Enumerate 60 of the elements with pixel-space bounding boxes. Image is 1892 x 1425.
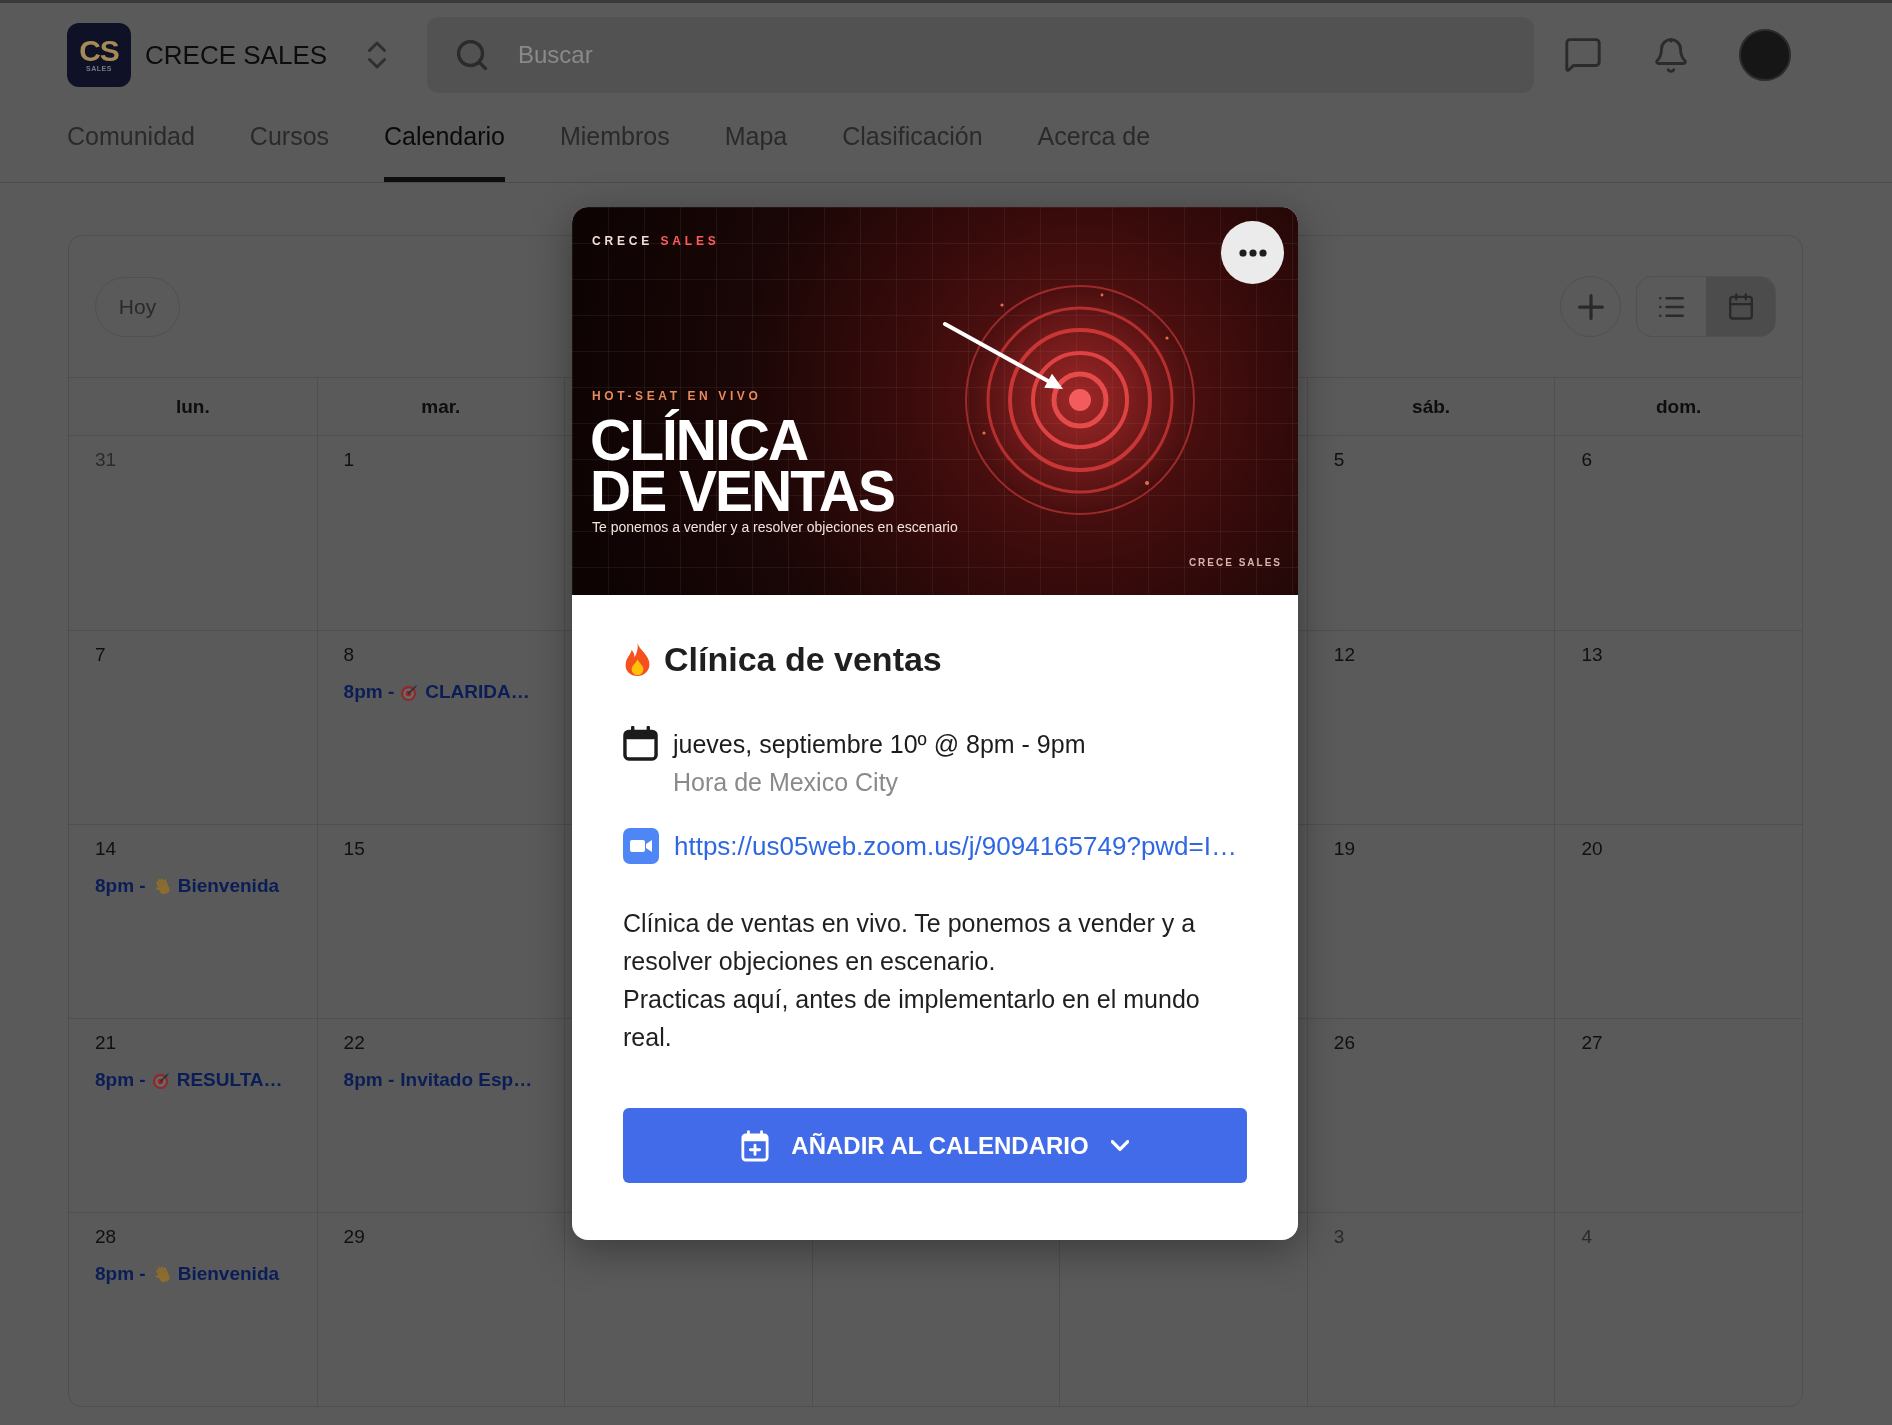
bell-icon[interactable] [1655,37,1687,73]
video-camera-icon [623,828,659,864]
day-number: 22 [343,1031,365,1055]
event-link[interactable]: 8pm - Bienvenida [95,1262,280,1286]
search-icon [457,40,487,70]
list-icon [1659,296,1684,317]
calendar-plus-icon [741,1129,770,1162]
day-number: 15 [343,837,365,861]
day-number: 29 [343,1225,365,1249]
chevrons-up-down-icon[interactable] [368,41,386,69]
dart-target-icon [151,1070,171,1090]
day-number: 28 [95,1225,117,1249]
event-link[interactable]: 8pm - CLARIDA… [343,680,530,704]
event-link[interactable]: 8pm - RESULTA… [95,1068,283,1092]
day-number: 13 [1581,643,1603,667]
day-number: 20 [1581,837,1603,861]
weekday-label: sáb. [1412,394,1451,419]
day-number: 7 [95,643,106,667]
banner-footer-brand: CRECE SALES [1188,556,1282,570]
day-number: 19 [1333,837,1355,861]
nav-tab[interactable]: Calendario [384,100,505,182]
meeting-link[interactable]: https://us05web.zoom.us/j/9094165749?pwd=I… [674,828,1237,864]
day-number: 14 [95,837,117,861]
day-number: 26 [1333,1031,1355,1055]
banner-headline: CLÍNICA DE VENTAS [590,407,896,519]
event-link[interactable]: 8pm - Invitado Esp… [343,1068,533,1092]
day-number: 12 [1333,643,1355,667]
plus-icon [1577,293,1604,320]
weekday-label: lun. [175,394,210,419]
event-description: Clínica de ventas en vivo. Te ponemos a vender y a resolver objeciones en escenario. [623,908,1197,977]
event-title: Clínica de ventas [664,639,942,679]
banner-tagline: Te ponemos a vender y a resolver objeciones en escenario [592,519,958,536]
waving-hand-icon [151,876,172,896]
event-link[interactable]: 8pm - Bienvenida [95,874,280,898]
chat-icon[interactable] [1565,38,1601,72]
search-field[interactable]: Buscar [427,17,1534,93]
event-datetime: jueves, septiembre 10º @ 8pm - 9pm [673,729,1086,760]
community-name: CRECE SALES [145,39,328,71]
dart-target-icon [400,682,420,702]
day-number: 1 [343,448,355,472]
weekday-label: mar. [421,394,461,419]
weekday-label: dom. [1656,394,1702,419]
event-description: Practicas aquí, antes de implementarlo en el mundo real. [623,984,1201,1053]
day-number: 27 [1581,1031,1603,1055]
logo-monogram: CS [79,37,119,65]
calendar-icon [1728,293,1753,320]
month-view-button[interactable] [1706,277,1775,336]
day-number: 5 [1333,448,1345,472]
day-number: 6 [1581,448,1592,472]
event-timezone: Hora de Mexico City [673,767,899,798]
day-number: 21 [95,1031,117,1055]
user-avatar[interactable] [1739,29,1791,81]
chevron-down-icon [1110,1140,1129,1151]
day-number: 8 [343,643,355,667]
calendar-icon [623,726,658,761]
waving-hand-icon [151,1264,172,1284]
banner-brand: CRECE SALES [592,233,720,249]
add-to-calendar-button[interactable]: AÑADIR AL CALENDARIO [623,1108,1247,1183]
banner-eyebrow: HOT-SEAT EN VIVO [592,388,762,404]
more-icon [1238,248,1267,257]
